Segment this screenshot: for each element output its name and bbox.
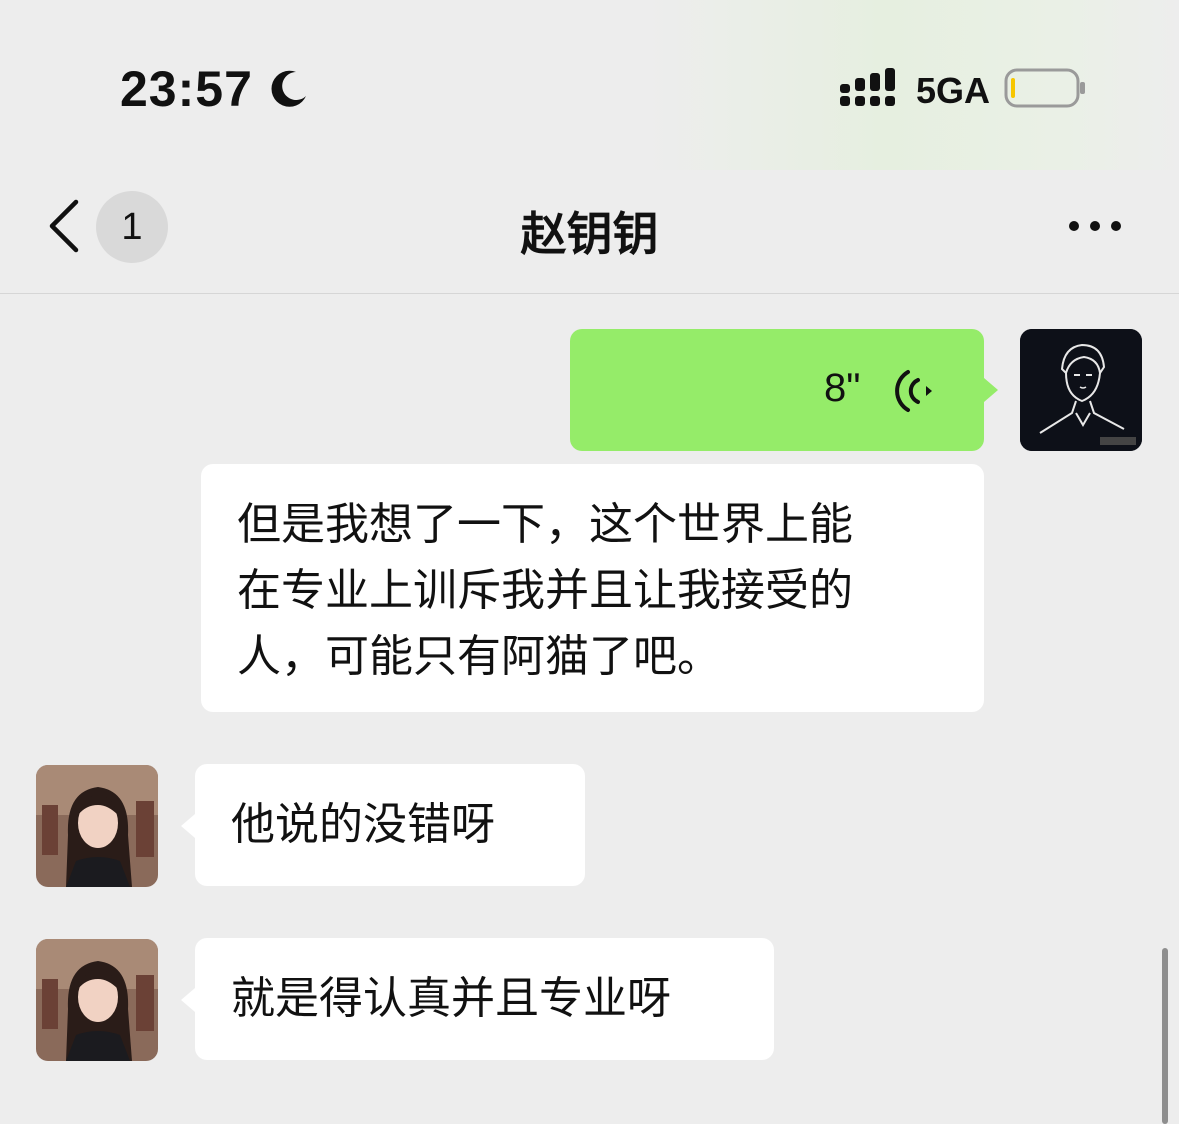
status-time: 23:57 [120,61,253,117]
bubble-tail [181,988,195,1012]
message-line: 但是我想了一下，这个世界上能 [237,499,853,550]
message-bubble[interactable]: 他说的没错呀 [195,764,585,886]
voice-duration: 8" [824,366,861,410]
battery-icon [1004,68,1085,108]
contact-photo-image [36,765,158,887]
message-text: 就是得认真并且专业呀 [231,973,671,1024]
voice-wave-icon [895,370,932,412]
more-dots-icon[interactable] [1064,214,1126,238]
signal-icon [840,68,895,106]
message-text: 他说的没错呀 [231,799,495,850]
bubble-tail [984,378,998,402]
scrollbar[interactable] [1162,948,1168,1124]
network-type: 5GA [916,70,991,111]
message-line: 在专业上训斥我并且让我接受的 [237,565,853,616]
sketch-portrait-image [1020,329,1142,451]
contact-avatar[interactable] [36,765,158,887]
message-bubble[interactable]: 就是得认真并且专业呀 [195,938,774,1060]
bubble-tail [181,814,195,838]
moon-icon [271,70,306,107]
contact-photo-image [36,939,158,1061]
my-avatar[interactable] [1020,329,1142,451]
message-line: 人，可能只有阿猫了吧。 [237,631,721,682]
contact-avatar[interactable] [36,939,158,1061]
message-bubble[interactable]: 但是我想了一下，这个世界上能 在专业上训斥我并且让我接受的 人，可能只有阿猫了吧… [201,464,984,712]
chat-title: 赵钥钥 [520,207,659,261]
